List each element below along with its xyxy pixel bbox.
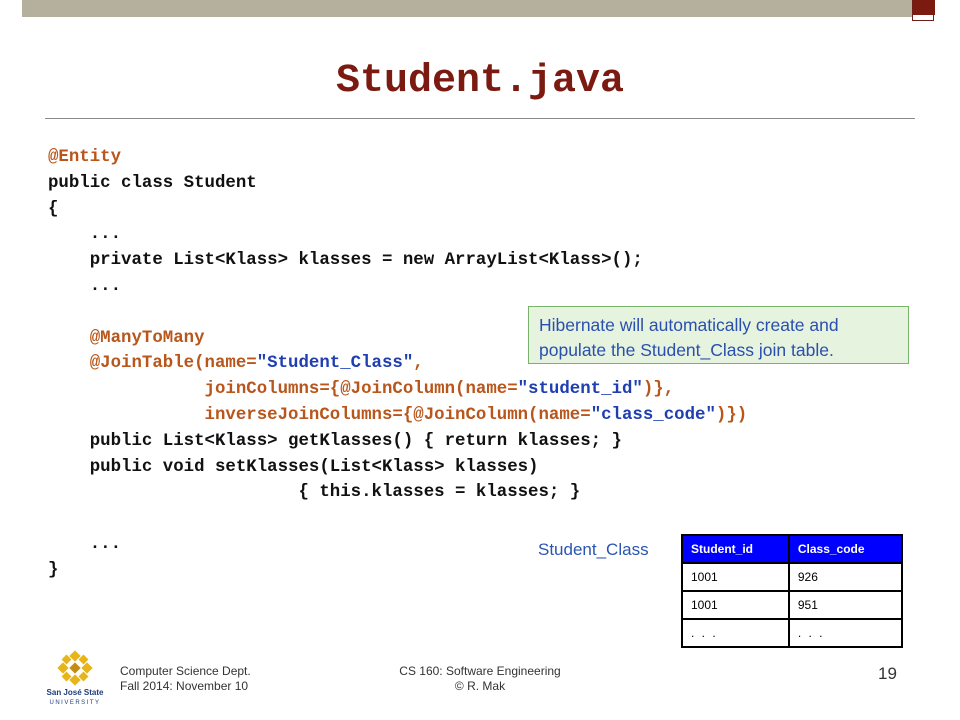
code-text: ...: [48, 276, 122, 296]
footer-center: CS 160: Software Engineering © R. Mak: [380, 664, 580, 694]
callout-line-2-before: populate the: [539, 340, 641, 360]
code-line: public List<Klass> getKlasses() { return…: [48, 429, 747, 455]
logo-text-line-1: San José State: [47, 688, 104, 697]
code-line: public class Student: [48, 171, 747, 197]
footer-author: © R. Mak: [454, 679, 506, 693]
code-annotation: @Entity: [48, 148, 122, 167]
table-row: . . . . . .: [681, 618, 904, 648]
code-line: private List<Klass> klasses = new ArrayL…: [48, 248, 747, 274]
code-text: public List<Klass> getKlasses() { return…: [48, 431, 622, 451]
footer-course: CS 160: Software Engineering: [399, 664, 561, 678]
code-annotation: @ManyToMany: [48, 328, 205, 348]
code-line: {: [48, 197, 747, 223]
code-annotation: joinColumns={@JoinColumn(name=: [48, 380, 518, 400]
top-decor-square: [913, 0, 935, 15]
callout-line-2-after: join table.: [754, 340, 834, 360]
code-text: }: [48, 560, 59, 580]
code-text: public class Student: [48, 173, 257, 193]
title-divider: [45, 118, 915, 119]
code-line: }: [48, 558, 747, 584]
header-class-code: Class_code: [787, 534, 904, 564]
code-line: joinColumns={@JoinColumn(name="student_i…: [48, 377, 747, 403]
code-line: ...: [48, 274, 747, 300]
code-annotation: ,: [413, 354, 424, 374]
join-table: Student_id Class_code 1001 926 1001 951 …: [681, 534, 904, 648]
code-line: ...: [48, 222, 747, 248]
code-text: ...: [48, 225, 122, 245]
code-text: public void setKlasses(List<Klass> klass…: [48, 457, 539, 477]
table-cell: 926: [787, 562, 904, 592]
code-line: inverseJoinColumns={@JoinColumn(name="cl…: [48, 403, 748, 429]
sjsu-logo-icon: San José State UNIVERSITY: [47, 650, 104, 706]
table-row: 1001 926: [681, 562, 904, 592]
table-cell: 1001: [681, 590, 790, 620]
footer-left: Computer Science Dept. Fall 2014: Novemb…: [120, 664, 251, 694]
code-string: "class_code": [590, 405, 716, 425]
code-block: @Entity public class Student { ... private…: [48, 145, 747, 584]
table-cell: . . .: [681, 618, 790, 648]
code-text: private List<Klass> klasses = new ArrayL…: [48, 251, 643, 271]
code-line: public void setKlasses(List<Klass> klass…: [48, 455, 747, 481]
code-text: {: [48, 199, 59, 219]
slide-title: Student.java: [335, 59, 625, 104]
footer-dept: Computer Science Dept.: [120, 664, 251, 678]
code-text: { this.klasses = klasses; }: [48, 483, 581, 503]
page-number: 19: [878, 664, 897, 683]
callout-note: Hibernate will automatically create and …: [528, 306, 909, 364]
top-decor-bar: [22, 0, 912, 17]
code-annotation: @JoinTable(name=: [48, 354, 257, 374]
code-string: "Student_Class": [256, 354, 414, 374]
callout-line-2: populate the Student_Class join table.: [539, 338, 898, 363]
join-table-caption: Student_Class: [538, 540, 649, 559]
table-cell: 951: [787, 590, 904, 620]
table-row: 1001 951: [681, 590, 904, 620]
logo-text-line-2: UNIVERSITY: [49, 700, 100, 706]
code-text: ...: [48, 534, 122, 554]
footer-date: Fall 2014: November 10: [120, 679, 249, 693]
code-line: @Entity: [48, 145, 747, 171]
table-cell: 1001: [681, 562, 790, 592]
code-line: { this.klasses = klasses; }: [48, 480, 747, 506]
code-annotation: inverseJoinColumns={@JoinColumn(name=: [48, 405, 591, 425]
join-table-header-row: Student_id Class_code: [681, 534, 904, 564]
header-student-id: Student_id: [681, 534, 790, 564]
code-string: "student_id": [517, 380, 643, 400]
code-annotation: )},: [642, 380, 675, 400]
callout-table-name: Student_Class: [640, 340, 755, 360]
table-cell: . . .: [787, 618, 904, 648]
callout-line-1: Hibernate will automatically create and: [539, 315, 839, 335]
code-annotation: )}): [715, 405, 748, 425]
